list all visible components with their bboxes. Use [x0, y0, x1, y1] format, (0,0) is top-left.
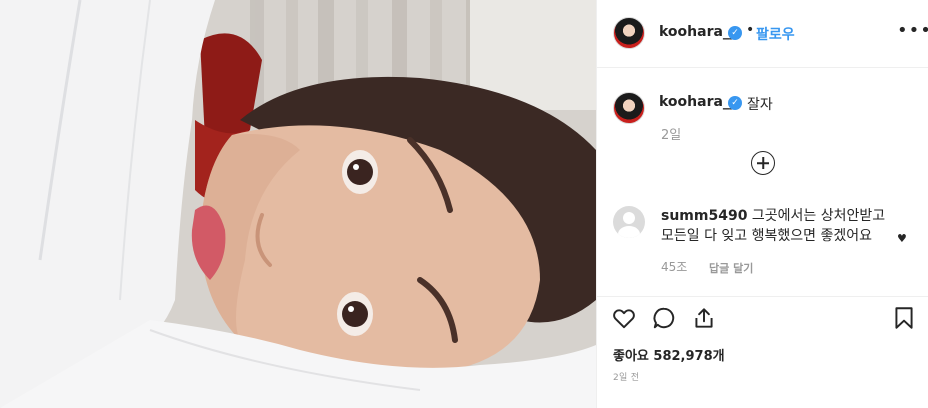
reply-button[interactable]: 답글 달기 [709, 260, 753, 276]
likes-count: 582,978개 [653, 349, 725, 364]
caption-timestamp[interactable]: 2일 [661, 124, 681, 143]
caption-author-avatar[interactable] [613, 92, 645, 124]
share-icon[interactable] [691, 305, 717, 331]
comment-likes-count: 45조 [661, 260, 688, 274]
selfie-photo-illustration [0, 0, 596, 408]
post-photo[interactable] [0, 0, 596, 408]
comment-like-heart-icon[interactable]: ♥ [897, 232, 907, 245]
post-header: koohara__ ✓ • 팔로우 ••• [597, 0, 928, 68]
author-username[interactable]: koohara__ [659, 24, 737, 40]
heart-icon[interactable] [611, 305, 637, 331]
verified-badge-icon: ✓ [728, 26, 742, 40]
comment-bubble-icon[interactable] [651, 305, 677, 331]
follow-button[interactable]: 팔로우 [756, 24, 795, 44]
more-options-icon[interactable]: ••• [897, 20, 928, 41]
bookmark-icon[interactable] [891, 305, 917, 331]
separator-dot: • [746, 22, 755, 38]
load-more-comments-plus-icon[interactable] [751, 151, 775, 175]
commenter-avatar[interactable] [613, 206, 645, 238]
caption-text: 잘자 [747, 97, 773, 113]
caption-author-username[interactable]: koohara__ [659, 94, 737, 110]
comment-body: summ5490 그곳에서는 상처안받고 모든일 다 잊고 행복했으면 좋겠어요 [661, 206, 897, 246]
author-avatar[interactable] [613, 17, 645, 49]
post-side-panel: koohara__ ✓ • 팔로우 ••• koohara__ ✓ 잘자 2일 … [596, 0, 928, 408]
commenter-username[interactable]: summ5490 [661, 208, 747, 224]
post-actions: 좋아요 582,978개 2일 전 [597, 296, 928, 408]
likes-summary[interactable]: 좋아요 582,978개 [613, 345, 725, 364]
caption-verified-badge-icon: ✓ [728, 96, 742, 110]
likes-label: 좋아요 [613, 349, 649, 364]
post-timestamp[interactable]: 2일 전 [613, 370, 639, 383]
